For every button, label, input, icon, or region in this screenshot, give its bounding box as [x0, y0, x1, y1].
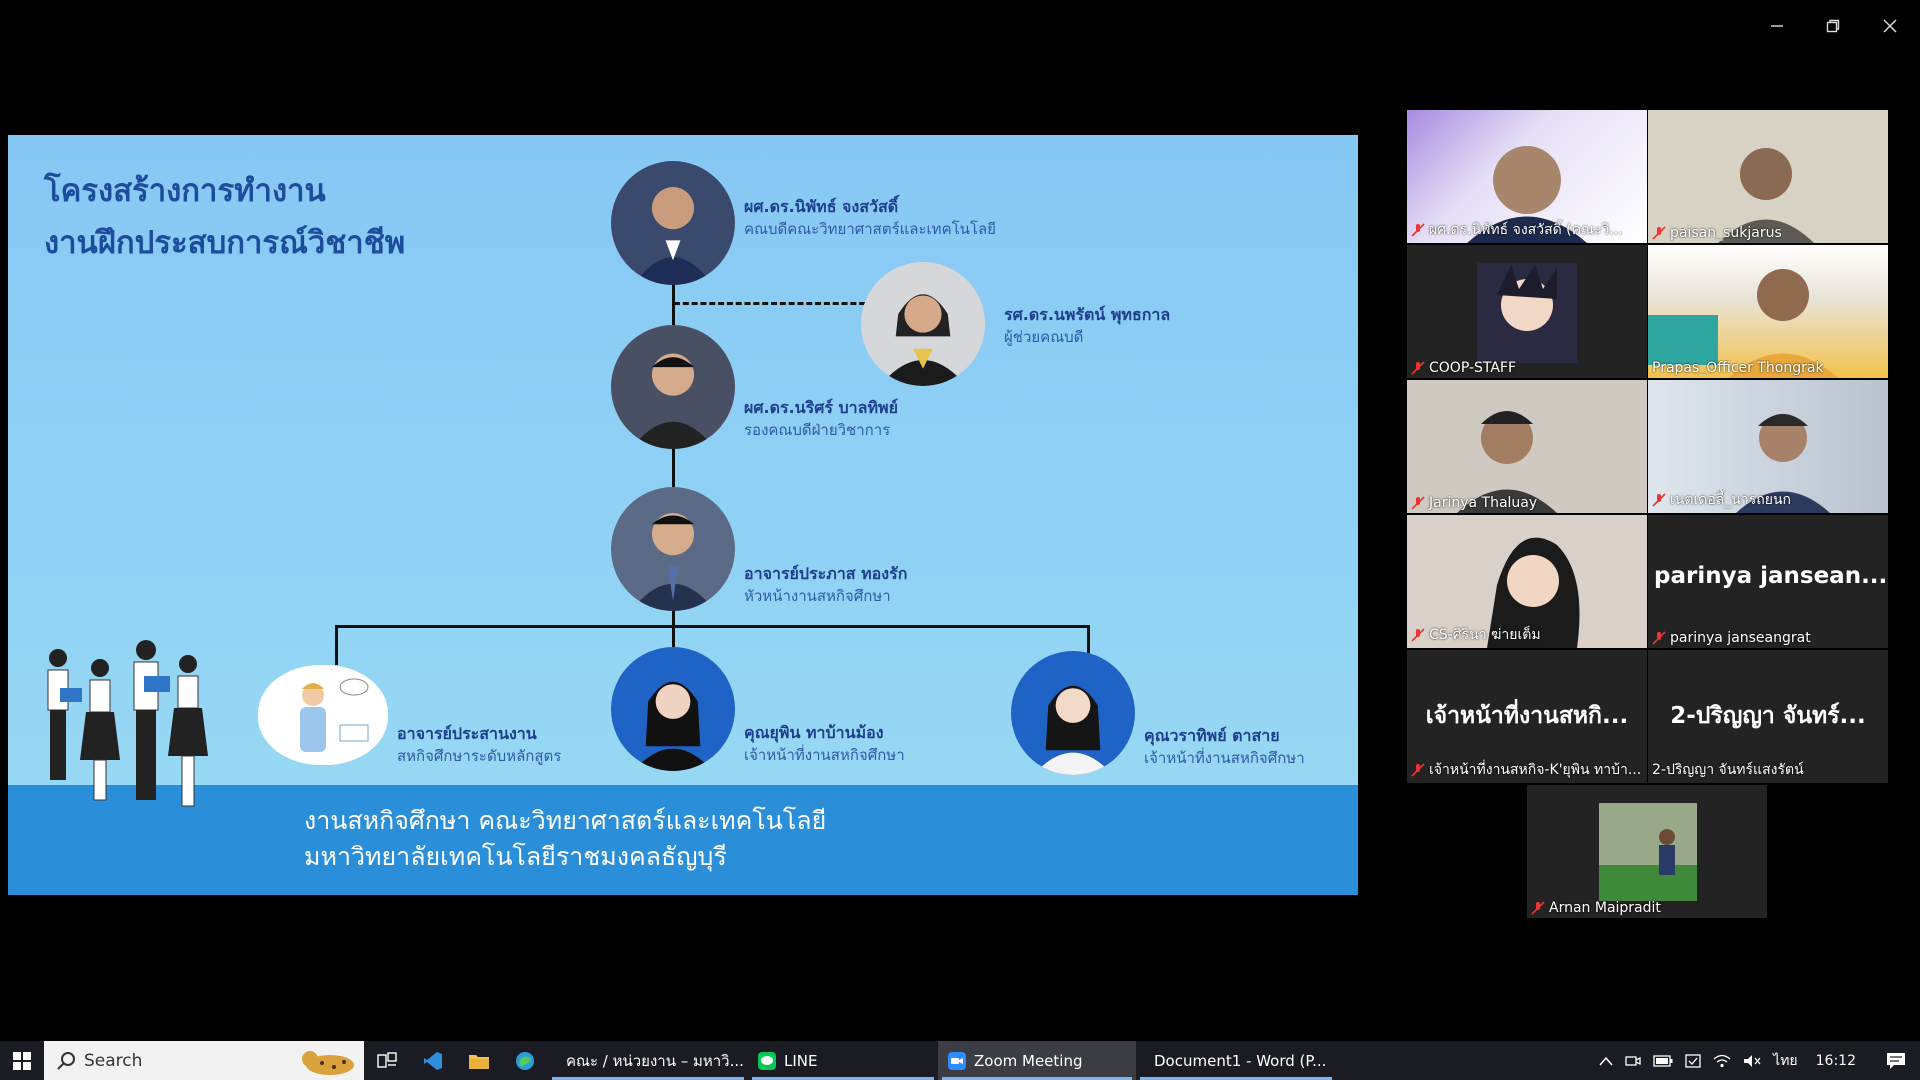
slide-title-line2: งานฝึกประสบการณ์วิชาชีพ — [44, 225, 406, 261]
staff-waratip-photo — [1011, 651, 1135, 775]
participant-name: Jarinya Thaluay — [1429, 495, 1538, 511]
participant-name: 2-ปริญญา จันทร์แสงรัตน์ — [1652, 762, 1804, 778]
participant-name: เนตเดอลี้_นารถยนก — [1670, 492, 1791, 508]
taskbar-app-zoom[interactable]: Zoom Meeting — [938, 1041, 1136, 1080]
person-role: เจ้าหน้าที่งานสหกิจศึกษา — [744, 746, 905, 764]
participant-name: ผศ.ดร.นิพัทธ์ จงสวัสดิ์ (คณะวิ... — [1429, 222, 1623, 238]
taskbar-app-word[interactable]: Document1 - Word (P... — [1136, 1041, 1336, 1080]
participant-display-name: เจ้าหน้าที่งานสหกิ... — [1425, 703, 1629, 729]
participant-tile[interactable]: Arnan Maipradit — [1527, 785, 1767, 918]
person-role: คณบดีคณะวิทยาศาสตร์และเทคโนโลยี — [744, 220, 996, 238]
participant-tile[interactable]: parinya jansean... parinya janseangrat — [1648, 515, 1888, 648]
person-role: เจ้าหน้าที่งานสหกิจศึกษา — [1144, 749, 1305, 767]
coop-head-photo — [611, 487, 735, 611]
participant-name: CS-ศิรินา ฆ่ายเต็ม — [1429, 627, 1541, 643]
participant-name: COOP-STAFF — [1429, 360, 1517, 376]
taskbar-search[interactable]: Search — [44, 1041, 364, 1080]
person-role: สหกิจศึกษาระดับหลักสูตร — [397, 747, 562, 765]
clock[interactable]: 16:12 — [1816, 1053, 1856, 1069]
volume-muted-icon[interactable] — [1743, 1054, 1761, 1068]
slide-title-line1: โครงสร้างการทำงาน — [44, 173, 326, 209]
task-view-button[interactable] — [364, 1041, 410, 1080]
restore-button[interactable] — [1813, 12, 1853, 40]
participant-display-name: 2-ปริญญา จันทร์... — [1670, 703, 1866, 729]
assistant-dean-photo — [861, 262, 985, 386]
participant-name: paisan_sukjarus — [1670, 225, 1782, 241]
person-role: ผู้ช่วยคณบดี — [1004, 328, 1084, 346]
org-line — [335, 625, 338, 665]
participant-name: Prapas_Officer Thongrak — [1652, 360, 1824, 376]
taskbar-app-label: คณะ / หน่วยงาน – มหาวิ... — [566, 1051, 744, 1070]
start-button[interactable] — [0, 1041, 44, 1080]
input-language[interactable]: ไทย — [1773, 1050, 1797, 1072]
participant-tile[interactable]: 2-ปริญญา จันทร์... 2-ปริญญา จันทร์แสงรัต… — [1648, 650, 1888, 783]
participant-tile[interactable]: COOP-STAFF — [1407, 245, 1647, 378]
windows-taskbar: Search คณะ / หน่วยงาน – มหาวิ... LINE Zo… — [0, 1041, 1920, 1080]
windows-icon — [13, 1051, 31, 1070]
taskbar-app-label: LINE — [784, 1051, 818, 1070]
file-explorer-taskbar-button[interactable] — [456, 1041, 502, 1080]
line-icon — [758, 1051, 776, 1070]
coordinator-illustration — [258, 665, 388, 765]
participant-tile[interactable]: ผศ.ดร.นิพัทธ์ จงสวัสดิ์ (คณะวิ... — [1407, 110, 1647, 243]
wifi-icon[interactable] — [1713, 1054, 1731, 1068]
minimize-button[interactable] — [1757, 12, 1797, 40]
taskbar-app-line[interactable]: LINE — [748, 1041, 938, 1080]
person-role: รองคณบดีฝ่ายวิชาการ — [744, 421, 891, 439]
vscode-taskbar-button[interactable] — [410, 1041, 456, 1080]
students-illustration — [47, 640, 208, 807]
participant-tile[interactable]: Jarinya Thaluay — [1407, 380, 1647, 513]
participant-tile[interactable]: เนตเดอลี้_นารถยนก — [1648, 380, 1888, 513]
participant-name: เจ้าหน้าที่งานสหกิจ-K'ยุพิน ทาบ้า... — [1429, 762, 1642, 778]
participant-tile[interactable]: เจ้าหน้าที่งานสหกิ... เจ้าหน้าที่งานสหกิ… — [1407, 650, 1647, 783]
meet-now-icon[interactable] — [1625, 1053, 1641, 1069]
footer-line2: มหาวิทยาลัยเทคโนโลยีราชมงคลธัญบุรี — [304, 842, 727, 871]
participant-name: Arnan Maipradit — [1549, 900, 1661, 916]
footer-line1: งานสหกิจศึกษา คณะวิทยาศาสตร์และเทคโนโลยี — [304, 806, 827, 835]
battery-icon[interactable] — [1653, 1054, 1673, 1068]
vice-dean-photo — [611, 325, 735, 449]
participant-name: parinya janseangrat — [1670, 630, 1811, 646]
shared-screen: โครงสร้างการทำงาน งานฝึกประสบการณ์วิชาชี… — [8, 135, 1358, 895]
participant-tile[interactable]: CS-ศิรินา ฆ่ายเต็ม — [1407, 515, 1647, 648]
vscode-icon — [424, 1051, 442, 1070]
leopard-search-highlight-icon — [302, 1051, 354, 1075]
chevron-up-icon[interactable] — [1599, 1056, 1613, 1066]
system-tray: ไทย 16:12 — [1599, 1041, 1920, 1080]
participant-tile-active-speaker[interactable]: Prapas_Officer Thongrak — [1648, 245, 1888, 378]
search-label: Search — [84, 1050, 143, 1071]
person-role: หัวหน้างานสหกิจศึกษา — [744, 587, 891, 605]
org-line — [335, 625, 1090, 628]
taskbar-app-chrome[interactable]: คณะ / หน่วยงาน – มหาวิ... — [548, 1041, 748, 1080]
staff-yupin-photo — [611, 647, 735, 771]
edge-taskbar-button[interactable] — [502, 1041, 548, 1080]
participant-display-name: parinya jansean... — [1654, 563, 1888, 589]
folder-icon — [469, 1054, 489, 1069]
zoom-icon — [948, 1051, 966, 1070]
close-button[interactable] — [1870, 12, 1910, 40]
input-indicator-icon[interactable] — [1685, 1053, 1701, 1069]
notifications-icon[interactable] — [1886, 1052, 1906, 1070]
org-dashed-line — [674, 302, 874, 305]
task-view-icon — [377, 1051, 397, 1068]
edge-icon — [516, 1051, 534, 1070]
taskbar-app-label: Zoom Meeting — [974, 1051, 1083, 1070]
slide-title: โครงสร้างการทำงาน งานฝึกประสบการณ์วิชาชี… — [44, 165, 405, 269]
taskbar-app-label: Document1 - Word (P... — [1154, 1051, 1327, 1070]
participant-tile[interactable]: paisan_sukjarus — [1648, 110, 1888, 243]
search-icon — [57, 1051, 75, 1070]
dean-photo — [611, 161, 735, 285]
